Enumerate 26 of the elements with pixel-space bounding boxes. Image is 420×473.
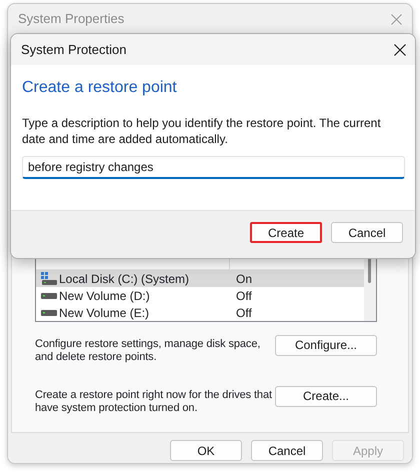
dialog-button[interactable]: Create (250, 222, 322, 243)
list-row[interactable]: New Volume (D:) Off (36, 287, 364, 304)
drive-name: Local Disk (C:) (System) (59, 270, 190, 288)
action-button[interactable]: Create... (275, 386, 377, 407)
dialog-button[interactable]: Cancel (331, 222, 403, 243)
dialog-heading: Create a restore point (22, 78, 178, 98)
drive-name: New Volume (E:) (59, 304, 150, 322)
dialog-button[interactable]: OK (170, 440, 242, 461)
drive-icon (41, 292, 57, 298)
close-icon[interactable] (394, 44, 406, 56)
description-field[interactable]: before registry changes (22, 156, 405, 180)
dialog-title: System Protection (21, 40, 126, 59)
dialog-description: Type a description to help you identify the restore point. The current date and time are added automatically. (22, 115, 382, 148)
drive-icon (41, 272, 57, 286)
drive-icon (41, 310, 57, 316)
window-title: System Properties (18, 10, 124, 28)
protection-status: Off (235, 304, 252, 322)
action-description: Configure restore settings, manage disk space, and delete restore points. (35, 338, 262, 364)
drive-name: New Volume (D:) (59, 288, 150, 304)
action-button[interactable]: Configure... (275, 335, 377, 356)
list-row[interactable]: Local Disk (C:) (System) On (36, 270, 364, 287)
list-row[interactable]: New Volume (E:) Off (36, 304, 364, 321)
action-description: Create a restore point right now for the drives that have system protection turned on. (35, 389, 273, 415)
protection-status: Off (235, 288, 252, 304)
dialog-button[interactable]: Cancel (251, 440, 323, 461)
protection-status: On (235, 270, 252, 288)
